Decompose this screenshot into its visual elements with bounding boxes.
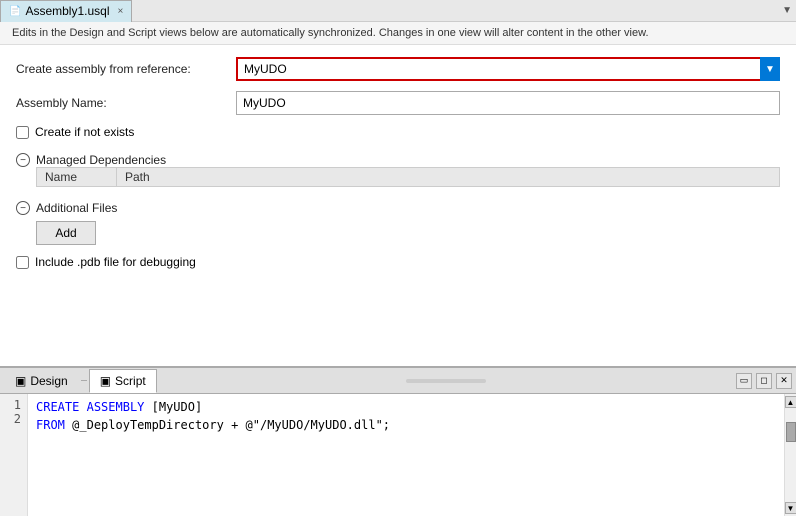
create-if-not-exists-row: Create if not exists	[16, 125, 780, 139]
line-number-1: 1	[6, 398, 21, 412]
assembly-name-input-wrapper	[236, 91, 780, 115]
kw-from: FROM	[36, 418, 65, 432]
kw-assembly: ASSEMBLY	[87, 400, 152, 414]
bottom-tab-icons: ▭ ◻ ✕	[736, 373, 796, 389]
table-name-col: Name	[37, 168, 117, 186]
content-area: Edits in the Design and Script views bel…	[0, 22, 796, 516]
bottom-tabs: ▣ Design ▣ Script ▭ ◻ ✕	[0, 368, 796, 394]
additional-files-label: Additional Files	[36, 201, 117, 215]
id-myudo: [MyUDO]	[152, 400, 203, 414]
create-assembly-row: Create assembly from reference: MyUDO ▼	[16, 57, 780, 81]
create-assembly-dropdown[interactable]: MyUDO	[236, 57, 780, 81]
tab-spacer	[159, 379, 734, 383]
design-tab-label: Design	[30, 374, 67, 388]
scroll-down-arrow[interactable]: ▼	[785, 502, 796, 514]
managed-dependencies-section: − Managed Dependencies Name Path	[16, 149, 780, 187]
tab-scroll-right-icon[interactable]: ▼	[782, 5, 796, 16]
code-line-1: CREATE ASSEMBLY [MyUDO]	[36, 398, 776, 416]
assembly-name-row: Assembly Name:	[16, 91, 780, 115]
managed-dependencies-header: − Managed Dependencies	[16, 153, 780, 167]
additional-files-collapse-icon[interactable]: −	[16, 201, 30, 215]
assembly-name-input[interactable]	[236, 91, 780, 115]
line-numbers: 1 2	[0, 394, 28, 516]
split-view-icon[interactable]: ▭	[736, 373, 752, 389]
info-text: Edits in the Design and Script views bel…	[12, 27, 649, 39]
create-assembly-dropdown-wrapper: MyUDO ▼	[236, 57, 780, 81]
scroll-indicator	[406, 379, 486, 383]
scroll-thumb[interactable]	[786, 422, 796, 442]
add-button[interactable]: Add	[36, 221, 96, 245]
code-content[interactable]: CREATE ASSEMBLY [MyUDO] FROM @_DeployTem…	[28, 394, 784, 516]
script-tab-icon: ▣	[100, 374, 111, 388]
table-path-col: Path	[117, 168, 779, 186]
maximize-icon[interactable]: ◻	[756, 373, 772, 389]
tab-script[interactable]: ▣ Script	[89, 369, 157, 393]
tab-label: Assembly1.usql	[25, 4, 109, 18]
file-tab[interactable]: 📄 Assembly1.usql ×	[0, 0, 132, 22]
close-panel-icon[interactable]: ✕	[776, 373, 792, 389]
include-pdb-row: Include .pdb file for debugging	[16, 255, 780, 269]
tab-separator	[81, 380, 87, 381]
code-line-2: FROM @_DeployTempDirectory + @"/MyUDO/My…	[36, 416, 776, 434]
assembly-name-label: Assembly Name:	[16, 96, 236, 110]
line-number-2: 2	[6, 412, 21, 426]
file-icon: 📄	[9, 6, 21, 17]
managed-dependencies-table-header: Name Path	[36, 167, 780, 187]
additional-files-section: − Additional Files Add	[16, 197, 780, 245]
managed-dependencies-collapse-icon[interactable]: −	[16, 153, 30, 167]
create-if-not-exists-checkbox[interactable]	[16, 126, 29, 139]
create-assembly-label: Create assembly from reference:	[16, 62, 236, 76]
scroll-up-arrow[interactable]: ▲	[785, 396, 796, 408]
code-from-rest: @_DeployTempDirectory + @"/MyUDO/MyUDO.d…	[72, 418, 390, 432]
tab-bar: 📄 Assembly1.usql × ▼	[0, 0, 796, 22]
managed-dependencies-label: Managed Dependencies	[36, 153, 166, 167]
bottom-panel: ▣ Design ▣ Script ▭ ◻ ✕	[0, 366, 796, 516]
tab-design[interactable]: ▣ Design	[4, 369, 79, 393]
script-tab-label: Script	[115, 374, 146, 388]
add-button-wrapper: Add	[16, 221, 780, 245]
kw-create: CREATE	[36, 400, 79, 414]
create-if-not-exists-label: Create if not exists	[35, 125, 134, 139]
design-tab-icon: ▣	[15, 374, 26, 388]
info-bar: Edits in the Design and Script views bel…	[0, 22, 796, 45]
main-container: 📄 Assembly1.usql × ▼ Edits in the Design…	[0, 0, 796, 516]
form-area: Create assembly from reference: MyUDO ▼ …	[0, 45, 796, 366]
additional-files-header: − Additional Files	[16, 201, 780, 215]
include-pdb-checkbox[interactable]	[16, 256, 29, 269]
include-pdb-label: Include .pdb file for debugging	[35, 255, 196, 269]
tab-close-button[interactable]: ×	[118, 6, 124, 17]
vertical-scrollbar[interactable]: ▲ ▼	[784, 394, 796, 516]
code-area: 1 2 CREATE ASSEMBLY [MyUDO] FROM @_Deplo…	[0, 394, 796, 516]
